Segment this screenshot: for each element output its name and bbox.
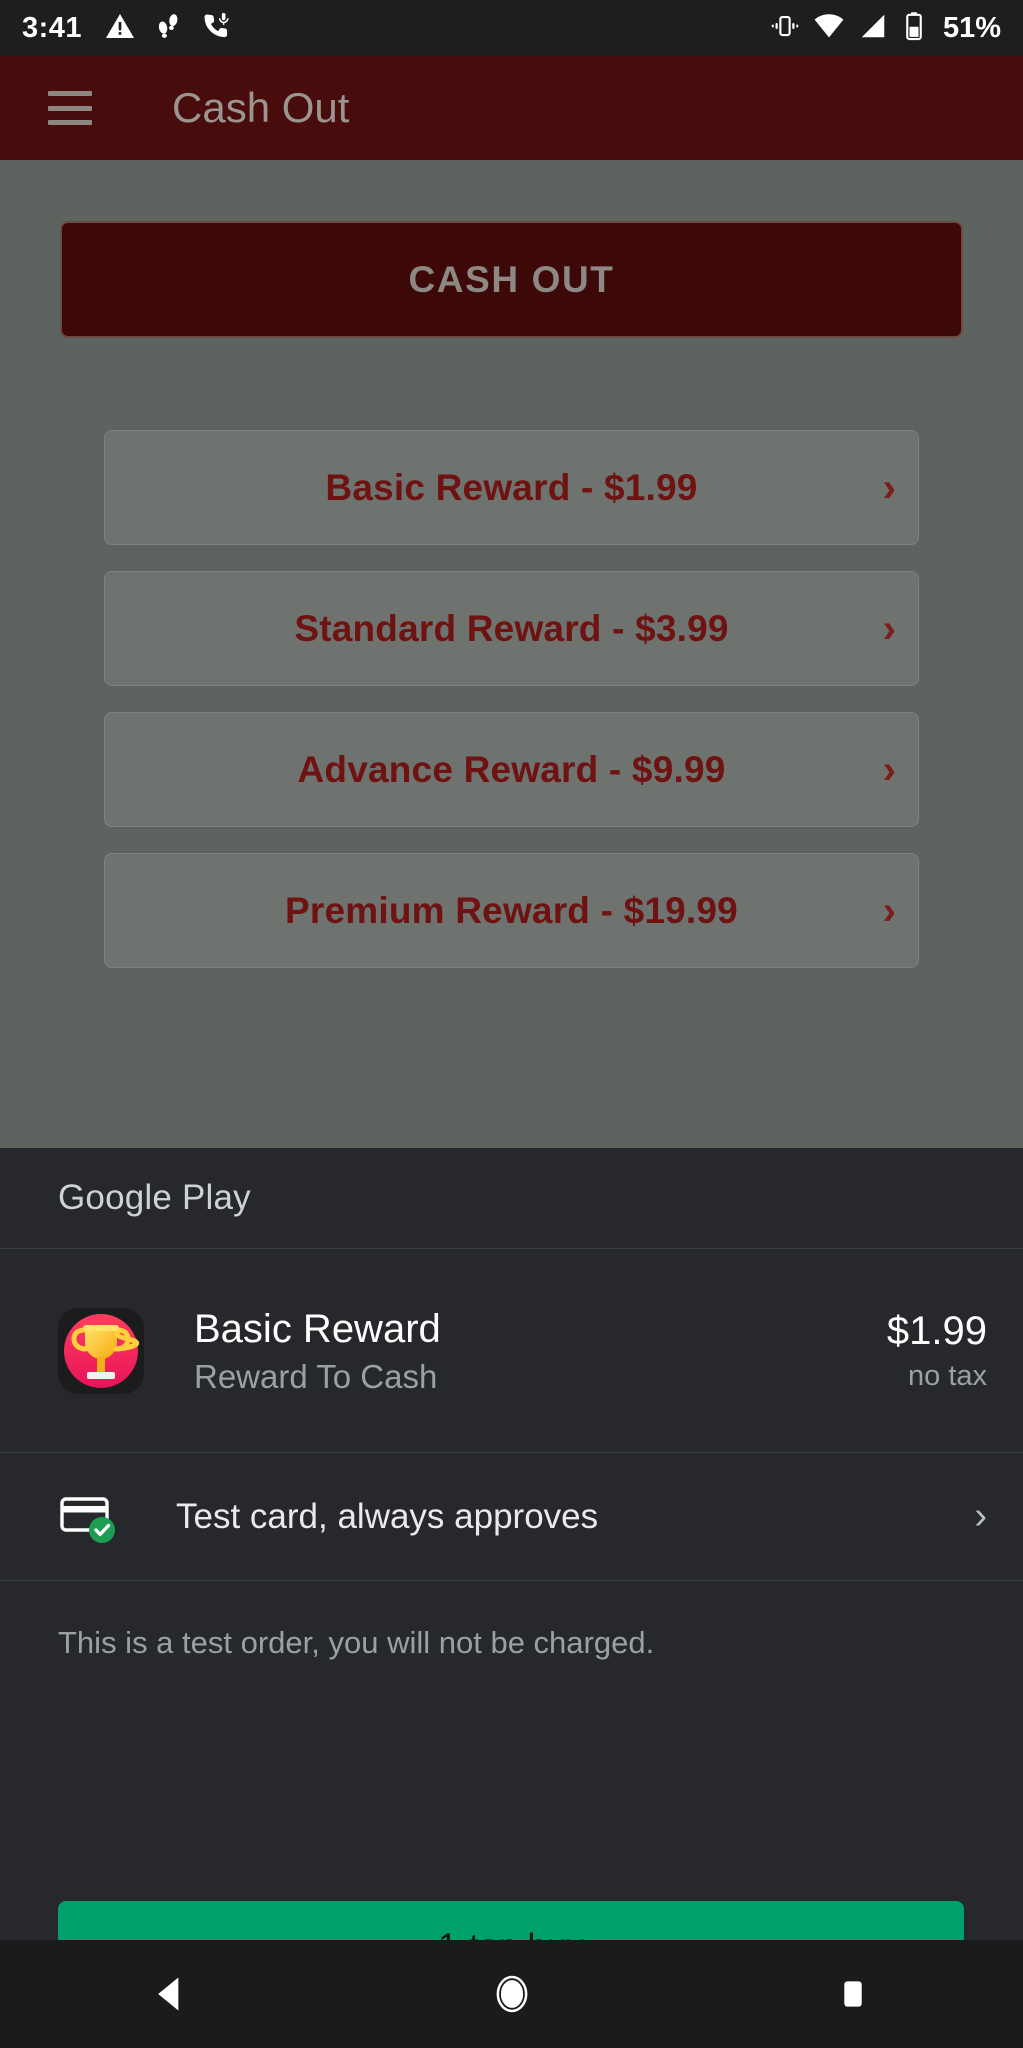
chevron-right-icon: › [882, 888, 896, 933]
status-bar-system-icons: 51% [770, 10, 1001, 47]
purchase-product-row: Basic Reward Reward To Cash $1.99 no tax [0, 1249, 1023, 1453]
purchase-tax-note: no tax [908, 1359, 987, 1392]
battery-percent-label: 51% [942, 11, 1001, 44]
credit-card-verified-icon [58, 1486, 120, 1548]
warning-triangle-icon [104, 10, 136, 47]
trophy-icon [58, 1307, 144, 1394]
hamburger-menu-icon[interactable] [48, 91, 92, 125]
payment-method-label: Test card, always approves [176, 1496, 599, 1536]
footsteps-icon [152, 10, 184, 47]
status-bar-clock: 3:41 [22, 11, 83, 44]
app-bar: Cash Out [0, 56, 1023, 160]
chevron-right-icon: › [882, 606, 896, 651]
test-order-note: This is a test order, you will not be ch… [58, 1625, 655, 1660]
page-title: Cash Out [172, 84, 350, 131]
reward-item-label: Advance Reward - $9.99 [297, 748, 726, 790]
reward-item-label: Standard Reward - $3.99 [294, 607, 729, 649]
recents-icon[interactable] [793, 1940, 913, 2048]
chevron-right-icon: › [974, 1495, 987, 1537]
reward-item-premium[interactable]: Premium Reward - $19.99 › [104, 853, 919, 968]
android-navigation-bar [0, 1940, 1023, 2048]
battery-icon [901, 11, 927, 46]
cell-signal-icon [858, 11, 888, 46]
reward-item-standard[interactable]: Standard Reward - $3.99 › [104, 571, 919, 686]
purchase-sheet-header: Google Play [0, 1148, 1023, 1249]
status-bar: 3:41 51% [0, 0, 1023, 56]
chevron-right-icon: › [882, 747, 896, 792]
google-play-purchase-sheet: Google Play Basic Reward Reward To Cash … [0, 1148, 1023, 1993]
wifi-icon [813, 10, 845, 47]
call-recording-icon [200, 10, 232, 47]
purchase-product-subtitle: Reward To Cash [194, 1357, 438, 1395]
purchase-price-block: $1.99 no tax [887, 1309, 987, 1393]
purchase-product-text: Basic Reward Reward To Cash [194, 1306, 441, 1396]
purchase-price: $1.99 [886, 1308, 987, 1353]
home-icon[interactable] [452, 1940, 572, 2048]
vibrate-icon [770, 11, 800, 46]
purchase-product-title: Basic Reward [194, 1306, 441, 1351]
status-bar-notification-icons [104, 10, 232, 47]
payment-method-row[interactable]: Test card, always approves › [0, 1453, 1023, 1581]
reward-item-advance[interactable]: Advance Reward - $9.99 › [104, 712, 919, 827]
reward-list: Basic Reward - $1.99 › Standard Reward -… [0, 430, 1023, 994]
cash-out-button[interactable]: CASH OUT [60, 221, 963, 338]
google-play-brand-label: Google Play [58, 1178, 251, 1217]
reward-item-label: Basic Reward - $1.99 [325, 466, 698, 508]
reward-item-label: Premium Reward - $19.99 [285, 889, 738, 931]
chevron-right-icon: › [882, 465, 896, 510]
reward-item-basic[interactable]: Basic Reward - $1.99 › [104, 430, 919, 545]
phone-screen: 3:41 51% Cash Out CASH OUT Basic Reward … [0, 0, 1023, 2048]
back-icon[interactable] [111, 1940, 231, 2048]
